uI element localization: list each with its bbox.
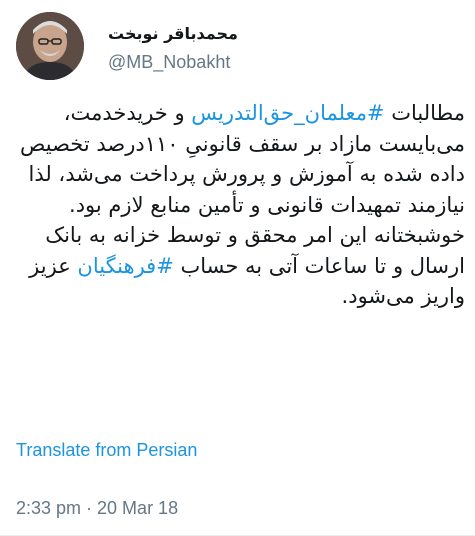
tweet-text: مطالبات #معلمان_حق‌التدریس و خریدخدمت، م…	[10, 98, 465, 312]
tweet-card: محمدباقر نوبخت @MB_Nobakht مطالبات #معلم…	[0, 0, 475, 536]
author-display-name[interactable]: محمدباقر نوبخت	[108, 24, 238, 43]
tweet-timestamp[interactable]: 2:33 pm · 20 Mar 18	[16, 498, 178, 519]
tweet-header: محمدباقر نوبخت @MB_Nobakht	[16, 12, 459, 82]
avatar[interactable]	[16, 12, 84, 80]
hashtag-link[interactable]: #معلمان_حق‌التدریس	[191, 101, 384, 125]
translate-link[interactable]: Translate from Persian	[16, 440, 197, 461]
profile-photo-icon	[16, 12, 84, 80]
hashtag-link[interactable]: #فرهنگیان	[77, 254, 173, 278]
tweet-paragraph-2: خوشبختانه این امر محقق و توسط خزانه به ب…	[10, 220, 465, 312]
author-handle[interactable]: @MB_Nobakht	[108, 52, 230, 73]
tweet-text-segment: مطالبات	[384, 101, 465, 125]
tweet-paragraph-1: مطالبات #معلمان_حق‌التدریس و خریدخدمت، م…	[10, 98, 465, 220]
